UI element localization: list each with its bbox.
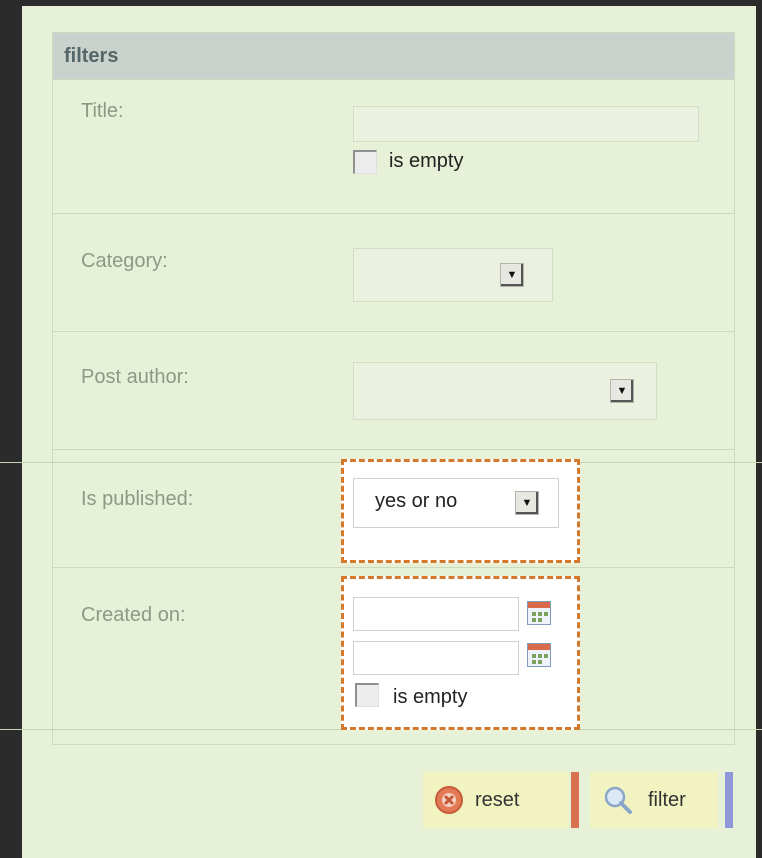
is-published-dropdown-icon[interactable]: ▼ bbox=[515, 491, 539, 515]
created-on-is-empty-checkbox[interactable] bbox=[355, 683, 379, 707]
category-select[interactable]: ▼ bbox=[353, 248, 553, 302]
category-label: Category: bbox=[81, 250, 168, 272]
filter-row-post-author: Post author: ▼ bbox=[53, 331, 734, 450]
title-is-empty-label: is empty bbox=[389, 150, 464, 172]
reset-icon bbox=[435, 786, 463, 814]
filter-row-title: Title: is empty bbox=[53, 79, 734, 214]
created-on-label: Created on: bbox=[81, 604, 186, 626]
filter-button[interactable]: filter bbox=[590, 772, 718, 828]
filters-header: filters bbox=[53, 33, 734, 79]
created-on-is-empty-label: is empty bbox=[393, 686, 468, 708]
filter-label: filter bbox=[648, 788, 686, 811]
created-on-to-input[interactable] bbox=[353, 641, 519, 675]
calendar-icon[interactable] bbox=[527, 643, 551, 667]
post-author-label: Post author: bbox=[81, 366, 189, 388]
title-input[interactable] bbox=[353, 106, 699, 142]
created-on-from-input[interactable] bbox=[353, 597, 519, 631]
magnifier-icon bbox=[604, 786, 632, 814]
reset-button[interactable]: reset bbox=[423, 772, 569, 828]
is-published-selected-value: yes or no bbox=[375, 490, 458, 512]
reset-label: reset bbox=[475, 788, 520, 811]
post-author-dropdown-icon[interactable]: ▼ bbox=[610, 379, 634, 403]
post-author-select[interactable]: ▼ bbox=[353, 362, 657, 420]
filter-row-category: Category: ▼ bbox=[53, 213, 734, 332]
reset-button-edge bbox=[571, 772, 579, 828]
is-published-label: Is published: bbox=[81, 488, 194, 510]
title-label: Title: bbox=[81, 100, 124, 122]
created-on-highlight: is empty bbox=[341, 576, 580, 730]
category-dropdown-icon[interactable]: ▼ bbox=[500, 263, 524, 287]
title-is-empty-checkbox[interactable] bbox=[353, 150, 377, 174]
is-published-select[interactable]: yes or no ▼ bbox=[353, 478, 559, 528]
is-published-highlight: yes or no ▼ bbox=[341, 459, 580, 563]
calendar-icon[interactable] bbox=[527, 601, 551, 625]
filter-button-edge bbox=[725, 772, 733, 828]
